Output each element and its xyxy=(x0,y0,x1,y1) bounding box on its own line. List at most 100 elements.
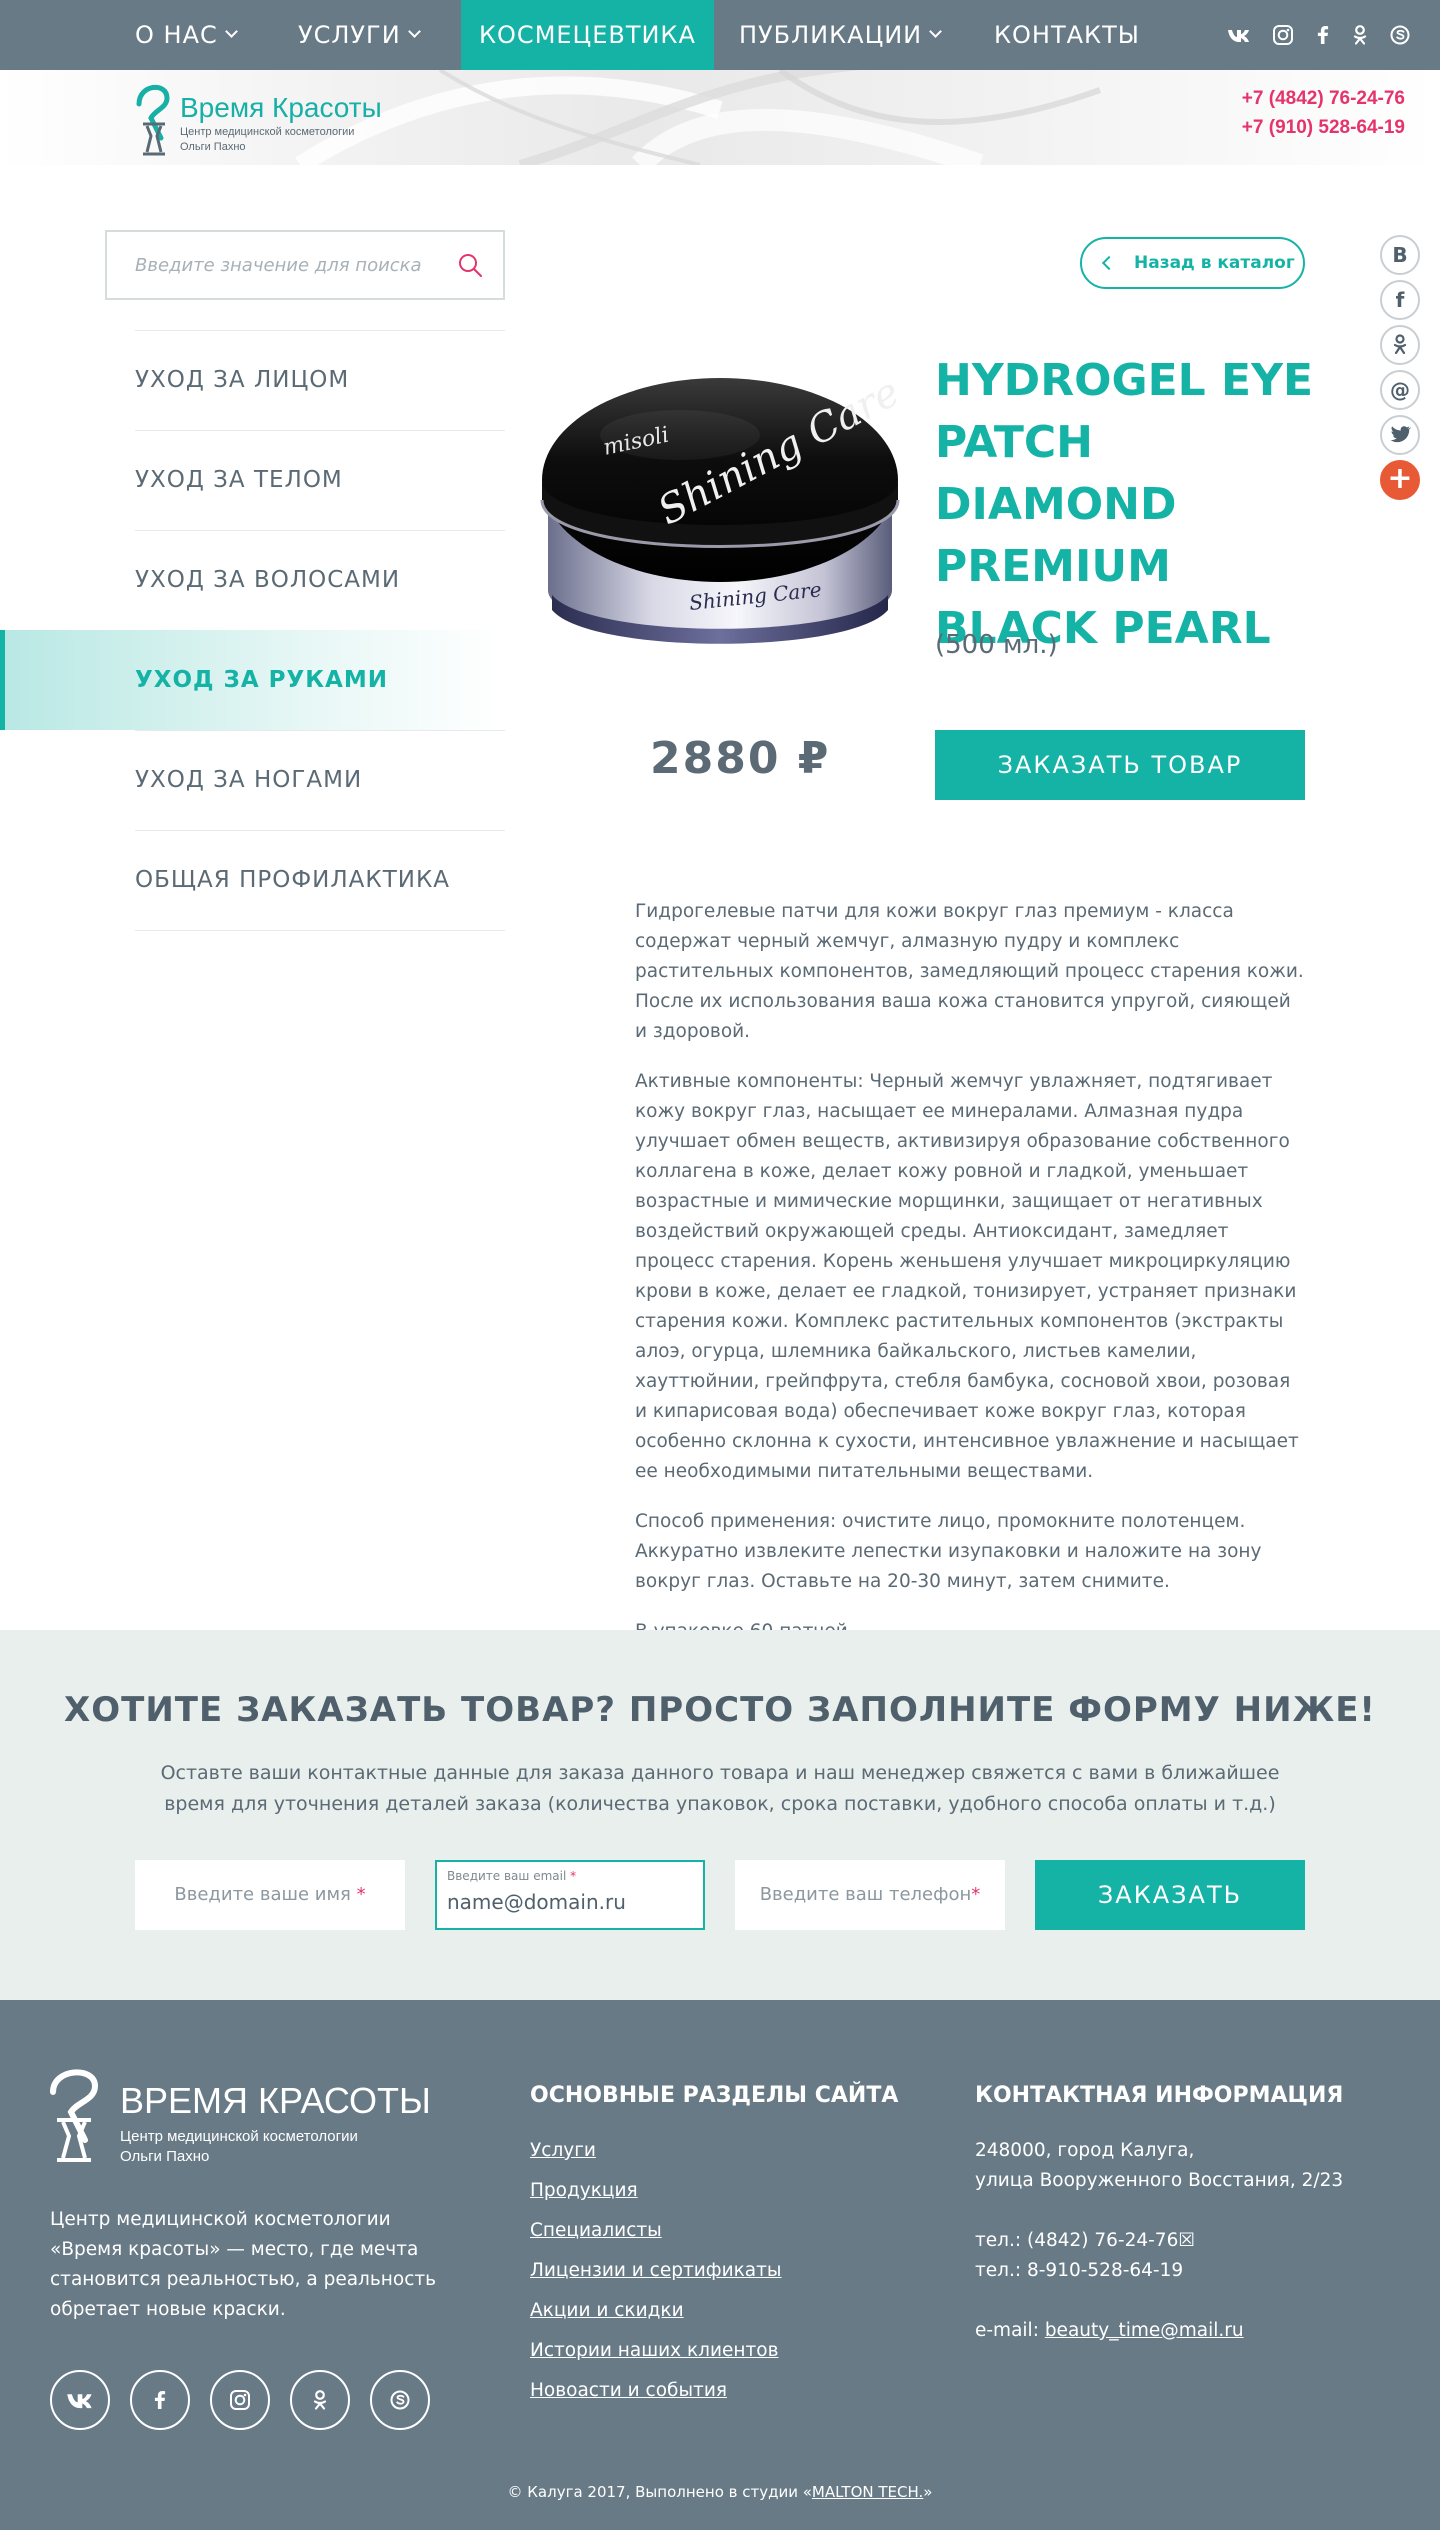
nav-item-label: О НАС xyxy=(135,21,218,49)
description-paragraph: Гидрогелевые патчи для кожи вокруг глаз … xyxy=(635,901,1304,1042)
category-foot-care[interactable]: УХОД ЗА НОГАМИ xyxy=(135,731,505,830)
footer-instagram-icon[interactable] xyxy=(210,2370,270,2430)
studio-link[interactable]: MALTON TECH. xyxy=(812,2483,923,2501)
description-paragraph: Способ применения: очистите лицо, промок… xyxy=(635,1511,1262,1592)
search-icon[interactable] xyxy=(457,252,483,278)
category-body-care[interactable]: УХОД ЗА ТЕЛОМ xyxy=(135,431,505,530)
footer-logo-subtitle-line: Центр медицинской косметологии xyxy=(120,2128,358,2145)
footer-phone-1[interactable]: тел.: (4842) 76-24-76☒ xyxy=(975,2230,1195,2251)
phone-field[interactable]: Введите ваш телефон* xyxy=(735,1860,1005,1930)
search-input[interactable] xyxy=(135,232,435,298)
site-header: Время Красоты Центр медицинской косметол… xyxy=(0,70,1440,165)
footer-link-specialists[interactable]: Специалисты xyxy=(530,2220,662,2241)
footer-email-label: e-mail: xyxy=(975,2320,1045,2341)
order-form-title: ХОТИТЕ ЗАКАЗАТЬ ТОВАР? ПРОСТО ЗАПОЛНИТЕ … xyxy=(64,1690,1376,1730)
category-general-prevention[interactable]: ОБЩАЯ ПРОФИЛАКТИКА xyxy=(135,831,505,930)
footer-sections-title: ОСНОВНЫЕ РАЗДЕЛЫ САЙТА xyxy=(530,2083,899,2108)
nav-item-label: УСЛУГИ xyxy=(298,21,401,49)
nav-item-services[interactable]: УСЛУГИ xyxy=(298,0,421,70)
footer-odnoklassniki-icon[interactable] xyxy=(290,2370,350,2430)
copyright-text: © Калуга 2017, Выполнено в студии « xyxy=(507,2483,812,2501)
email-field-value: name@domain.ru xyxy=(447,1890,626,1914)
phone-2[interactable]: +7 (910) 528-64-19 xyxy=(1242,117,1405,139)
category-hand-care[interactable]: УХОД ЗА РУКАМИ xyxy=(135,631,505,730)
footer-logo-subtitle-line: Ольги Пахно xyxy=(120,2148,210,2165)
twitter-share-icon[interactable] xyxy=(1380,415,1420,455)
vk-icon[interactable] xyxy=(1226,22,1252,48)
required-marker: * xyxy=(356,1884,366,1905)
email-field[interactable]: Введите ваш email * name@domain.ru xyxy=(435,1860,705,1930)
odnoklassniki-icon[interactable] xyxy=(1347,22,1373,48)
phone-field-placeholder: Введите ваш телефон xyxy=(759,1884,972,1905)
copyright: © Калуга 2017, Выполнено в студии «MALTO… xyxy=(0,2483,1440,2501)
divider xyxy=(135,930,505,931)
submit-order-button[interactable]: ЗАКАЗАТЬ xyxy=(1035,1860,1305,1930)
footer-link-promotions[interactable]: Акции и скидки xyxy=(530,2300,684,2321)
product-title: HYDROGEL EYE PATCH DIAMOND PREMIUM BLACK… xyxy=(935,355,1313,654)
order-form-section: ХОТИТЕ ЗАКАЗАТЬ ТОВАР? ПРОСТО ЗАПОЛНИТЕ … xyxy=(0,1630,1440,2000)
footer-link-news[interactable]: Новоасти и события xyxy=(530,2380,727,2401)
footer-email-link[interactable]: beauty_time@mail.ru xyxy=(1045,2320,1244,2341)
skype-icon[interactable] xyxy=(1387,22,1413,48)
nav-item-contacts[interactable]: КОНТАКТЫ xyxy=(994,0,1140,70)
footer-skype-icon[interactable] xyxy=(370,2370,430,2430)
footer-logo-icon[interactable] xyxy=(45,2062,107,2162)
back-button-label: Назад в каталог xyxy=(1134,253,1295,273)
phone-1[interactable]: +7 (4842) 76-24-76 xyxy=(1242,88,1405,110)
vk-share-icon[interactable]: В xyxy=(1380,235,1420,275)
nav-item-label: ПУБЛИКАЦИИ xyxy=(739,21,923,49)
product-image: misoli Shining Care Shining Care xyxy=(540,369,907,644)
required-marker: * xyxy=(971,1884,981,1905)
product-volume: (500 мл.) xyxy=(935,630,1058,660)
chevron-down-icon xyxy=(929,25,943,38)
search-box xyxy=(105,230,505,300)
site-footer: ВРЕМЯ КРАСОТЫ Центр медицинской косметол… xyxy=(0,2000,1440,2530)
mail-share-icon[interactable]: @ xyxy=(1380,370,1420,410)
required-marker: * xyxy=(570,1869,577,1883)
description-paragraph: Активные компоненты: Черный жемчуг увлаж… xyxy=(635,1071,1299,1482)
chevron-left-icon xyxy=(1101,255,1117,271)
chevron-down-icon xyxy=(224,25,238,38)
footer-phone-2[interactable]: тел.: 8-910-528-64-19 xyxy=(975,2260,1183,2281)
footer-link-products[interactable]: Продукция xyxy=(530,2180,638,2201)
footer-address-line: 248000, город Калуга, xyxy=(975,2140,1195,2161)
nav-item-label: КОСМЕЦЕВТИКА xyxy=(479,21,696,49)
email-field-label: Введите ваш email * xyxy=(447,1869,576,1883)
facebook-icon[interactable] xyxy=(1310,22,1336,48)
instagram-icon[interactable] xyxy=(1270,22,1296,48)
footer-link-client-stories[interactable]: Истории наших клиентов xyxy=(530,2340,779,2361)
logo-title[interactable]: Время Красоты xyxy=(180,92,382,124)
footer-link-services[interactable]: Услуги xyxy=(530,2140,596,2161)
back-to-catalog-button[interactable]: Назад в каталог xyxy=(1080,237,1305,289)
logo-subtitle-line: Ольги Пахно xyxy=(180,141,246,153)
footer-link-licenses[interactable]: Лицензии и сертификаты xyxy=(530,2260,782,2281)
footer-about-text: Центр медицинской косметологии «Время кр… xyxy=(50,2209,437,2320)
odnoklassniki-share-icon[interactable] xyxy=(1380,325,1420,365)
category-hair-care[interactable]: УХОД ЗА ВОЛОСАМИ xyxy=(135,531,505,630)
chevron-down-icon xyxy=(407,25,421,38)
email-label-text: Введите ваш email xyxy=(447,1869,567,1883)
nav-item-label: КОНТАКТЫ xyxy=(994,21,1140,49)
product-description: Гидрогелевые патчи для кожи вокруг глаз … xyxy=(635,897,1305,1667)
footer-vk-icon[interactable] xyxy=(50,2370,110,2430)
footer-logo-title[interactable]: ВРЕМЯ КРАСОТЫ xyxy=(120,2080,431,2122)
facebook-share-icon[interactable]: f xyxy=(1380,280,1420,320)
logo-icon[interactable] xyxy=(133,78,175,156)
name-field[interactable]: Введите ваше имя * xyxy=(135,1860,405,1930)
product-price: 2880 ₽ xyxy=(650,733,831,784)
logo-subtitle-line: Центр медицинской косметологии xyxy=(180,126,355,138)
nav-item-publications[interactable]: ПУБЛИКАЦИИ xyxy=(739,0,943,70)
footer-email: e-mail: beauty_time@mail.ru xyxy=(975,2320,1244,2341)
nav-item-about[interactable]: О НАС xyxy=(135,0,238,70)
category-face-care[interactable]: УХОД ЗА ЛИЦОМ xyxy=(135,331,505,430)
order-form-text: Оставте ваши контактные данные для заказ… xyxy=(160,1762,1280,1815)
name-field-placeholder: Введите ваше имя xyxy=(174,1884,351,1905)
footer-logo-subtitle: Центр медицинской косметологии Ольги Пах… xyxy=(120,2127,358,2167)
footer-facebook-icon[interactable] xyxy=(130,2370,190,2430)
more-share-icon[interactable]: + xyxy=(1380,460,1420,500)
logo-subtitle: Центр медицинской косметологии Ольги Пах… xyxy=(180,125,380,155)
footer-contacts-title: КОНТАКТНАЯ ИНФОРМАЦИЯ xyxy=(975,2083,1344,2108)
footer-address-line: улица Вооруженного Восстания, 2/23 xyxy=(975,2170,1344,2191)
nav-item-cosmeceutics[interactable]: КОСМЕЦЕВТИКА xyxy=(461,0,714,70)
order-product-button[interactable]: ЗАКАЗАТЬ ТОВАР xyxy=(935,730,1305,800)
